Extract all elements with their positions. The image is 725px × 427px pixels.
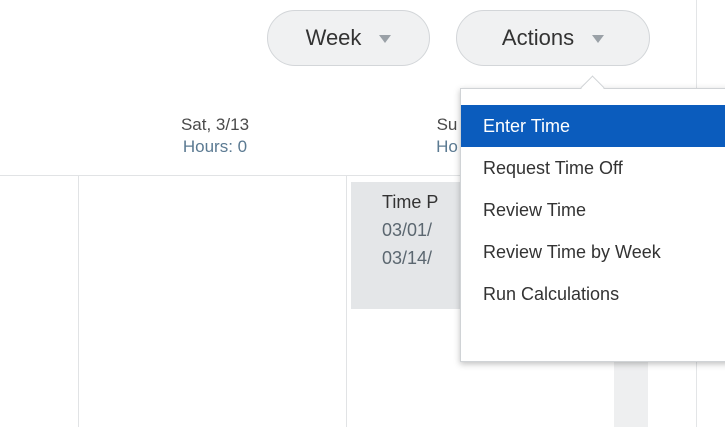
week-dropdown-button[interactable]: Week bbox=[267, 10, 430, 66]
menu-item-run-calculations[interactable]: Run Calculations bbox=[461, 273, 725, 315]
week-button-label: Week bbox=[305, 25, 362, 50]
menu-item-review-time[interactable]: Review Time bbox=[461, 189, 725, 231]
calendar-column-fill bbox=[614, 360, 648, 427]
menu-item-review-time-by-week[interactable]: Review Time by Week bbox=[461, 231, 725, 273]
actions-dropdown-button[interactable]: Actions bbox=[456, 10, 650, 66]
column-divider bbox=[346, 176, 347, 427]
time-period-end: 03/14/ bbox=[382, 248, 433, 268]
time-period-start: 03/01/ bbox=[382, 220, 433, 240]
actions-menu: Enter Time Request Time Off Review Time … bbox=[460, 88, 725, 362]
menu-item-enter-time[interactable]: Enter Time bbox=[461, 105, 725, 147]
time-period-title: Time P bbox=[382, 192, 439, 212]
time-period-block[interactable]: Time P 03/01/ 03/14/ bbox=[351, 182, 471, 309]
caret-down-icon bbox=[592, 35, 605, 43]
header-divider bbox=[0, 175, 460, 176]
column-divider bbox=[78, 176, 79, 427]
day-date: Sat, 3/13 bbox=[180, 115, 250, 134]
actions-button-label: Actions bbox=[501, 25, 575, 50]
menu-item-request-time-off[interactable]: Request Time Off bbox=[461, 147, 725, 189]
caret-down-icon bbox=[379, 35, 392, 43]
day-hours: Hours: 0 bbox=[182, 137, 248, 156]
day-header-sat: Sat, 3/13 Hours: 0 bbox=[140, 114, 290, 158]
